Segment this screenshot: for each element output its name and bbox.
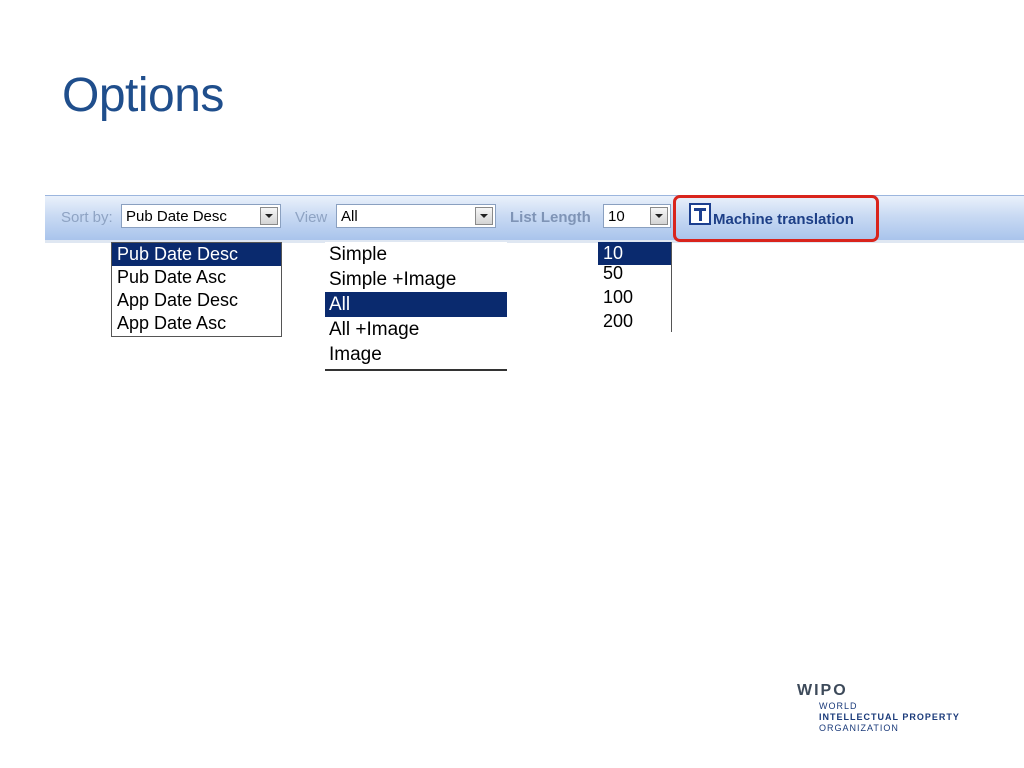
view-value: All — [341, 208, 358, 225]
sort-by-select[interactable]: Pub Date Desc — [121, 204, 281, 228]
view-option[interactable]: Image — [325, 342, 507, 367]
list-length-option[interactable]: 200 — [598, 310, 671, 333]
list-length-dropdown-list: 10 50 100 200 — [598, 242, 672, 332]
view-option[interactable]: All — [325, 292, 507, 317]
sort-by-value: Pub Date Desc — [126, 208, 227, 225]
logo-line-intellectual-property: INTELLECTUAL PROPERTY — [819, 712, 960, 722]
chevron-down-icon[interactable] — [650, 207, 668, 225]
list-length-value: 10 — [608, 208, 625, 225]
list-length-label: List Length — [510, 209, 591, 226]
view-dropdown-list: Simple Simple +Image All All +Image Imag… — [325, 242, 507, 370]
view-option[interactable]: All +Image — [325, 317, 507, 342]
logo-name: WIPO — [797, 682, 848, 699]
logo-line-organization: ORGANIZATION — [819, 723, 899, 733]
sort-option[interactable]: App Date Asc — [112, 312, 281, 335]
sort-option[interactable]: Pub Date Desc — [112, 243, 281, 266]
slide-title: Options — [62, 69, 224, 122]
view-option[interactable]: Simple +Image — [325, 267, 507, 292]
chevron-down-icon[interactable] — [475, 207, 493, 225]
divider — [325, 369, 507, 371]
sort-option[interactable]: Pub Date Asc — [112, 266, 281, 289]
view-select[interactable]: All — [336, 204, 496, 228]
sort-by-dropdown-list: Pub Date Desc Pub Date Asc App Date Desc… — [111, 242, 282, 337]
logo-line-world: WORLD — [819, 701, 858, 711]
machine-translation-highlight — [673, 195, 879, 242]
view-label: View — [295, 209, 328, 226]
wipo-logo: WIPO WORLD INTELLECTUAL PROPERTY ORGANIZ… — [797, 682, 959, 733]
list-length-option[interactable]: 100 — [598, 286, 671, 309]
sort-option[interactable]: App Date Desc — [112, 289, 281, 312]
view-option[interactable]: Simple — [325, 242, 507, 267]
sort-by-label: Sort by: — [61, 209, 113, 226]
list-length-option[interactable]: 50 — [598, 262, 671, 285]
chevron-down-icon[interactable] — [260, 207, 278, 225]
list-length-select[interactable]: 10 — [603, 204, 671, 228]
